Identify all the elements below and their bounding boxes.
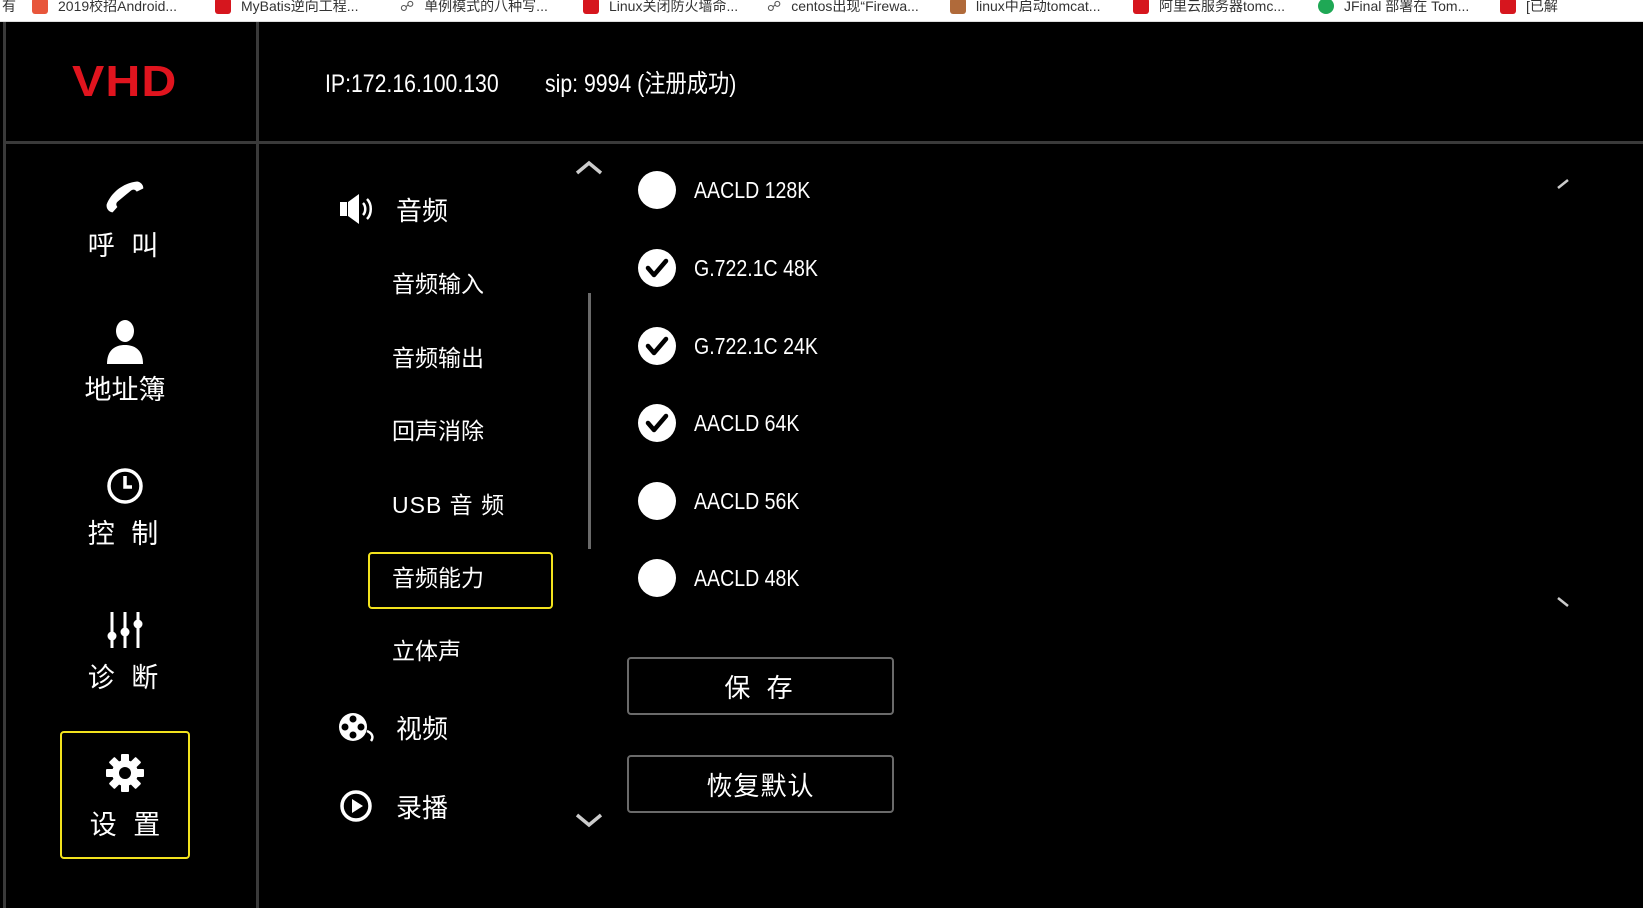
restore-default-button[interactable]: 恢复默认 [627,755,894,813]
nav-call[interactable]: 呼 叫 [60,160,190,288]
menu-category-record[interactable]: 录播 [338,786,448,826]
nav-label: 设 置 [89,810,165,841]
bookmark-favicon-icon: ☍ [767,0,782,14]
menu-item-audio-output[interactable]: 音频输出 [392,344,484,374]
save-button[interactable]: 保 存 [627,657,894,715]
nav-label: 控 制 [87,519,163,550]
nav-address-book[interactable]: 地址簿 [60,304,190,432]
bookmark-label: 单例模式的八种写... [424,0,548,14]
checkbox-unchecked-icon[interactable] [638,171,676,209]
codec-label: AACLD 48K [694,564,800,591]
scroll-down-icon[interactable] [574,812,604,828]
codec-option[interactable]: G.722.1C 48K [638,248,840,288]
menu-category-label: 音频 [396,196,449,227]
nav-label: 呼 叫 [87,231,163,262]
scroll-up-icon[interactable] [574,160,604,176]
nav-diagnostics[interactable]: 诊 断 [60,592,190,720]
menu-category-video[interactable]: 视频 [338,707,448,747]
bookmark-favicon-icon [1133,0,1149,14]
codec-option[interactable]: AACLD 48K [638,558,818,598]
frame-divider [3,141,1643,144]
codec-option[interactable]: AACLD 56K [638,481,818,521]
bookmark-favicon-icon [1500,0,1516,14]
user-icon [107,320,143,364]
bookmark-favicon-icon [1318,0,1334,14]
sliders-icon [107,612,143,648]
checkbox-unchecked-icon[interactable] [638,559,676,597]
bookmark-label: MyBatis逆向工程... [241,0,359,14]
bookmark-label: 有 [2,0,16,14]
bookmark-favicon-icon [215,0,231,14]
page-scroll-down-icon[interactable] [1556,596,1570,608]
codec-label: AACLD 56K [694,487,800,514]
phone-icon [106,181,144,213]
bookmark[interactable]: MyBatis逆向工程... [215,0,358,17]
film-reel-icon [339,713,374,742]
menu-item-audio-capability[interactable]: 音频能力 [392,564,484,594]
nav-control[interactable]: 控 制 [60,448,190,576]
menu-category-audio[interactable]: 音频 [338,189,448,229]
codec-label: G.722.1C 48K [694,254,818,281]
nav-settings[interactable]: 设 置 [60,731,190,859]
bookmark-label: 阿里云服务器tomc... [1159,0,1286,14]
gear-icon [106,754,144,792]
bookmark-favicon-icon: ☍ [400,0,415,14]
bookmark-label: linux中启动tomcat... [976,0,1101,14]
clock-icon [107,468,143,504]
codec-label: G.722.1C 24K [694,332,818,359]
bookmark[interactable]: Linux关闭防火墙命... [583,0,738,17]
bookmark[interactable]: ☍ centos出现“Firewa... [767,0,919,17]
codec-label: AACLD 64K [694,409,800,436]
codec-option[interactable]: AACLD 128K [638,170,831,210]
menu-item-usb-audio[interactable]: USB 音 频 [392,490,505,520]
bookmark-favicon-icon [583,0,599,14]
bookmark-label: [已解 [1526,0,1558,14]
menu-category-label: 录播 [396,793,449,824]
bookmark[interactable]: 阿里云服务器tomc... [1133,0,1285,17]
play-circle-icon [340,790,372,822]
checkbox-unchecked-icon[interactable] [638,482,676,520]
bookmark-label: 2019校招Android... [58,0,178,14]
bookmark[interactable]: JFinal 部署在 Tom... [1318,0,1469,17]
bookmark[interactable]: 2019校招Android... [32,0,177,17]
checkbox-checked-icon[interactable] [638,327,676,365]
codec-option[interactable]: G.722.1C 24K [638,326,840,366]
bookmark-favicon-icon [950,0,966,14]
menu-scrollbar[interactable] [588,293,591,549]
bookmark-label: centos出现“Firewa... [791,0,919,14]
ip-address: IP:172.16.100.130 [325,70,499,98]
bookmark-label: JFinal 部署在 Tom... [1344,0,1470,14]
menu-item-audio-input[interactable]: 音频输入 [392,270,484,300]
bookmark-label: Linux关闭防火墙命... [609,0,739,14]
bookmark-favicon-icon [32,0,48,14]
menu-item-echo-cancel[interactable]: 回声消除 [392,417,484,447]
nav-label: 诊 断 [87,663,163,694]
bookmarks-bar: 有 2019校招Android... MyBatis逆向工程... ☍ 单例模式的… [0,0,1643,22]
codec-label: AACLD 128K [694,176,811,203]
frame-divider [256,22,259,908]
speaker-icon [340,194,372,224]
checkbox-checked-icon[interactable] [638,404,676,442]
bookmark[interactable]: ☍ 单例模式的八种写... [400,0,548,17]
bookmark[interactable]: 有 [2,0,16,17]
checkbox-checked-icon[interactable] [638,249,676,287]
nav-label: 地址簿 [84,375,166,406]
page-scroll-up-icon[interactable] [1556,178,1570,190]
frame-divider [3,22,6,908]
bookmark[interactable]: [已解 [1500,0,1558,17]
bookmark[interactable]: linux中启动tomcat... [950,0,1100,17]
menu-category-label: 视频 [396,714,449,745]
vhd-logo: VHD [72,57,178,106]
codec-option[interactable]: AACLD 64K [638,403,818,443]
menu-item-stereo[interactable]: 立体声 [392,637,461,667]
sip-status: sip: 9994 (注册成功) [545,70,737,98]
